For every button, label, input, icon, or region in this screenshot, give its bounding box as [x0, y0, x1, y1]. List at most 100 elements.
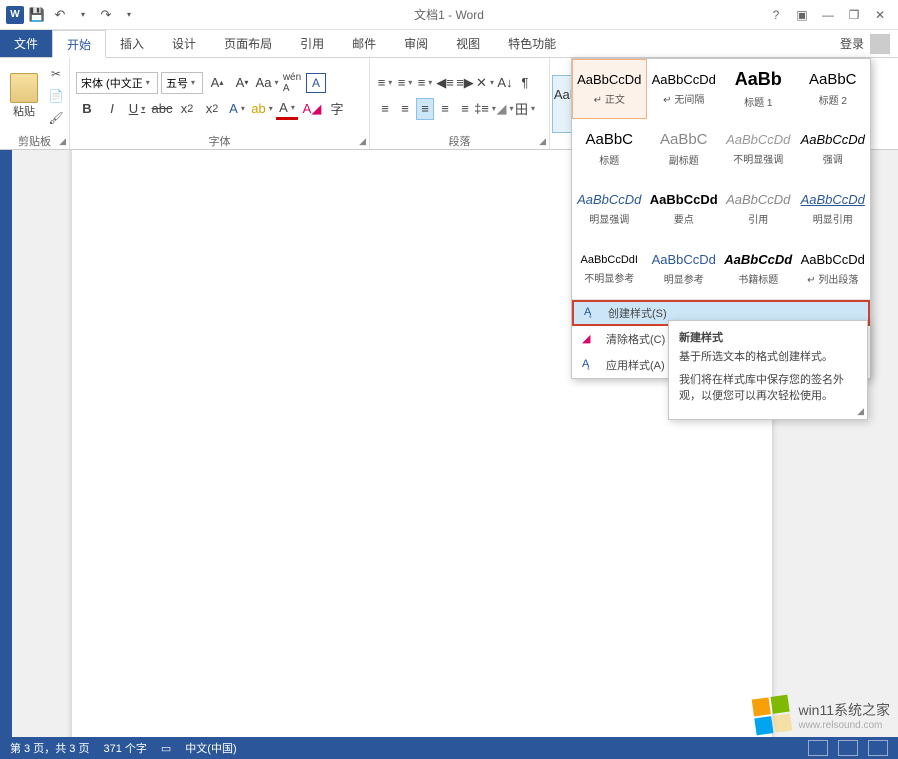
align-right-button[interactable]: ≡ — [416, 98, 434, 120]
show-marks-button[interactable]: ¶ — [516, 72, 534, 94]
strike-button[interactable]: abc — [151, 98, 173, 120]
enclose-char-button[interactable]: 字 — [326, 98, 348, 120]
status-bar: 第 3 页，共 3 页 371 个字 ▭ 中文(中国) — [0, 737, 898, 759]
paragraph-label: 段落 ◢ — [370, 133, 549, 149]
decrease-indent-button[interactable]: ◀≡ — [436, 72, 454, 94]
gallery-tile-2[interactable]: AaBb标题 1 — [721, 59, 796, 119]
font-size-combo[interactable]: 五号▾ — [161, 72, 203, 94]
font-color-button[interactable]: A▾ — [276, 98, 298, 120]
copy-button[interactable]: 📄 — [46, 86, 66, 106]
gallery-tile-13[interactable]: AaBbCcDd明显参考 — [647, 239, 722, 299]
tab-review[interactable]: 审阅 — [390, 30, 442, 57]
text-effects-button[interactable]: A▾ — [226, 98, 248, 120]
tab-file[interactable]: 文件 — [0, 30, 52, 57]
increase-indent-button[interactable]: ≡▶ — [456, 72, 474, 94]
gallery-tile-5[interactable]: AaBbC副标题 — [647, 119, 722, 179]
tab-mailings[interactable]: 邮件 — [338, 30, 390, 57]
grow-font-button[interactable]: A▴ — [206, 72, 228, 94]
sort-button[interactable]: A↓ — [496, 72, 514, 94]
undo-button[interactable]: ↶ — [50, 5, 70, 25]
tab-design[interactable]: 设计 — [158, 30, 210, 57]
view-print-button[interactable] — [838, 740, 858, 756]
create-style-icon: Ą — [584, 306, 600, 320]
gallery-tile-15[interactable]: AaBbCcDd↵ 列出段落 — [796, 239, 871, 299]
view-read-button[interactable] — [808, 740, 828, 756]
gallery-tile-3[interactable]: AaBbC标题 2 — [796, 59, 871, 119]
font-launcher[interactable]: ◢ — [359, 136, 366, 147]
numbering-button[interactable]: ≡▾ — [396, 72, 414, 94]
gallery-tile-10[interactable]: AaBbCcDd引用 — [721, 179, 796, 239]
multilevel-button[interactable]: ≡▾ — [416, 72, 434, 94]
phonetic-guide-button[interactable]: wénA — [281, 72, 303, 94]
gallery-tile-7[interactable]: AaBbCcDd强调 — [796, 119, 871, 179]
status-proofing-icon[interactable]: ▭ — [161, 742, 171, 755]
subscript-button[interactable]: x2 — [176, 98, 198, 120]
tab-references[interactable]: 引用 — [286, 30, 338, 57]
login-area[interactable]: 登录 — [840, 30, 898, 57]
status-words[interactable]: 371 个字 — [103, 740, 146, 756]
font-label: 字体 ◢ — [70, 133, 369, 149]
bold-button[interactable]: B — [76, 98, 98, 120]
gallery-tile-4[interactable]: AaBbC标题 — [572, 119, 647, 179]
superscript-button[interactable]: x2 — [201, 98, 223, 120]
gallery-tile-1[interactable]: AaBbCcDd↵ 无间隔 — [647, 59, 722, 119]
restore-button[interactable]: ❐ — [842, 3, 866, 27]
gallery-tile-11[interactable]: AaBbCcDd明显引用 — [796, 179, 871, 239]
shrink-font-button[interactable]: A▾ — [231, 72, 253, 94]
close-button[interactable]: ✕ — [868, 3, 892, 27]
status-page[interactable]: 第 3 页，共 3 页 — [10, 740, 89, 756]
tab-insert[interactable]: 插入 — [106, 30, 158, 57]
paragraph-launcher[interactable]: ◢ — [539, 136, 546, 147]
clipboard-icon — [10, 73, 38, 103]
group-font: 宋体 (中文正▾ 五号▾ A▴ A▾ Aa▾ wénA A B I U▾ abc… — [70, 58, 370, 149]
align-center-button[interactable]: ≡ — [396, 98, 414, 120]
window-title: 文档1 - Word — [414, 6, 484, 23]
bullets-button[interactable]: ≡▾ — [376, 72, 394, 94]
char-border-button[interactable]: A — [306, 73, 326, 93]
minimize-button[interactable]: — — [816, 3, 840, 27]
distribute-button[interactable]: ≡ — [456, 98, 474, 120]
cut-button[interactable]: ✂ — [46, 64, 66, 84]
help-button[interactable]: ? — [764, 3, 788, 27]
window-controls: ? ▣ — ❐ ✕ — [764, 3, 898, 27]
change-case-button[interactable]: Aa▾ — [256, 72, 278, 94]
status-language[interactable]: 中文(中国) — [185, 740, 236, 756]
underline-button[interactable]: U▾ — [126, 98, 148, 120]
ribbon-options-button[interactable]: ▣ — [790, 3, 814, 27]
undo-dropdown[interactable]: ▾ — [73, 5, 93, 25]
align-justify-button[interactable]: ≡ — [436, 98, 454, 120]
title-bar: W 💾 ↶ ▾ ↷ ▾ 文档1 - Word ? ▣ — ❐ ✕ — [0, 0, 898, 30]
text-direction-button[interactable]: ✕▾ — [476, 72, 494, 94]
redo-button[interactable]: ↷ — [96, 5, 116, 25]
tab-home[interactable]: 开始 — [52, 30, 106, 58]
group-paragraph: ≡▾ ≡▾ ≡▾ ◀≡ ≡▶ ✕▾ A↓ ¶ ≡ ≡ ≡ ≡ ≡ ‡≡▾ ◢▾ — [370, 58, 550, 149]
tooltip-corner-icon: ◢ — [857, 406, 864, 417]
tab-layout[interactable]: 页面布局 — [210, 30, 286, 57]
gallery-tile-12[interactable]: AaBbCcDdI不明显参考 — [572, 239, 647, 299]
save-button[interactable]: 💾 — [27, 5, 47, 25]
view-web-button[interactable] — [868, 740, 888, 756]
gallery-tile-14[interactable]: AaBbCcDd书籍标题 — [721, 239, 796, 299]
group-clipboard: 粘贴 ✂ 📄 🖌 剪贴板 ◢ — [0, 58, 70, 149]
highlight-button[interactable]: ab▾ — [251, 98, 273, 120]
line-spacing-button[interactable]: ‡≡▾ — [476, 98, 494, 120]
gallery-tile-8[interactable]: AaBbCcDd明显强调 — [572, 179, 647, 239]
quick-access-toolbar: W 💾 ↶ ▾ ↷ ▾ — [0, 5, 139, 25]
gallery-tile-6[interactable]: AaBbCcDd不明显强调 — [721, 119, 796, 179]
gallery-tile-9[interactable]: AaBbCcDd要点 — [647, 179, 722, 239]
clear-format-button[interactable]: A◢ — [301, 98, 323, 120]
paste-button[interactable]: 粘贴 — [6, 72, 42, 120]
italic-button[interactable]: I — [101, 98, 123, 120]
tooltip-create-style: 新建样式 基于所选文本的格式创建样式。 我们将在样式库中保存您的签名外观，以便您… — [668, 320, 868, 420]
borders-button[interactable]: 田▾ — [516, 98, 534, 120]
format-painter-button[interactable]: 🖌 — [46, 108, 66, 128]
qat-customize[interactable]: ▾ — [119, 5, 139, 25]
clipboard-launcher[interactable]: ◢ — [59, 136, 66, 147]
tooltip-p2: 我们将在样式库中保存您的签名外观，以便您可以再次轻松使用。 — [679, 372, 857, 405]
gallery-tile-0[interactable]: AaBbCcDd↵ 正文 — [572, 59, 647, 119]
font-name-combo[interactable]: 宋体 (中文正▾ — [76, 72, 158, 94]
align-left-button[interactable]: ≡ — [376, 98, 394, 120]
tab-view[interactable]: 视图 — [442, 30, 494, 57]
shading-button[interactable]: ◢▾ — [496, 98, 514, 120]
tab-special[interactable]: 特色功能 — [494, 30, 570, 57]
